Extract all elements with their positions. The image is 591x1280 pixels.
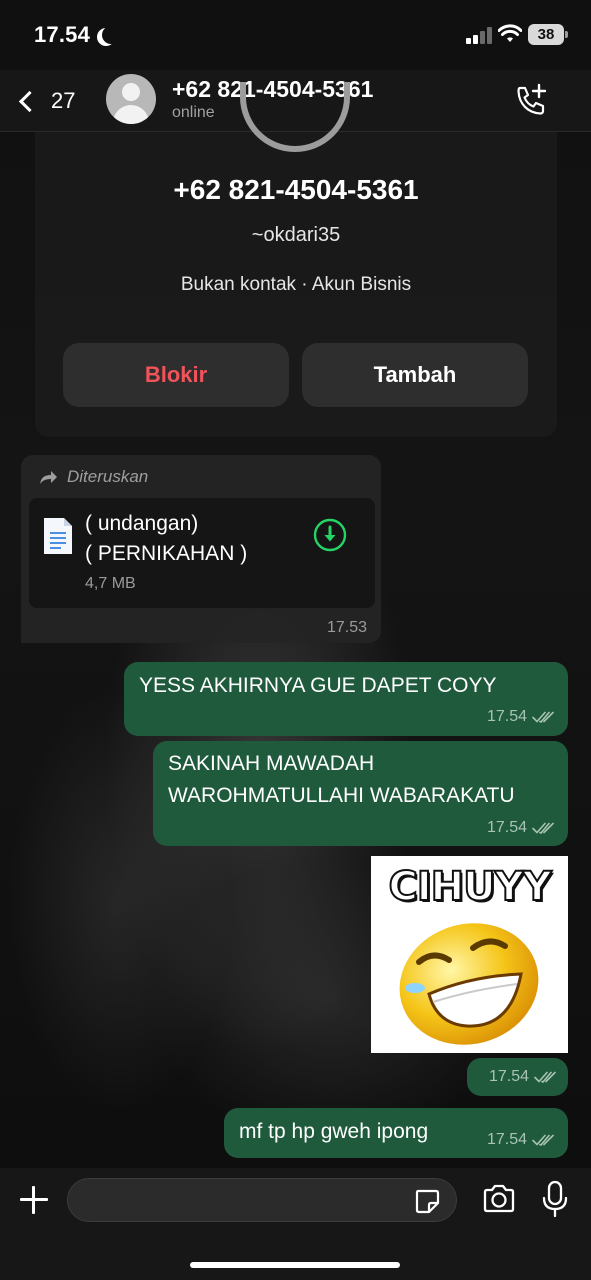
- outgoing-message[interactable]: mf tp hp gweh ipong 17.54: [224, 1108, 568, 1158]
- double-check-icon: [532, 711, 554, 723]
- add-contact-button[interactable]: Tambah: [302, 343, 528, 407]
- status-time: 17.54: [34, 22, 91, 47]
- plus-icon[interactable]: [18, 1184, 50, 1216]
- battery-tip: [565, 31, 568, 38]
- message-time-status: 17.54: [489, 1068, 556, 1086]
- profile-picture: [240, 82, 350, 152]
- card-tags: Bukan kontak · Akun Bisnis: [180, 274, 412, 295]
- camera-icon[interactable]: [482, 1182, 516, 1216]
- home-indicator: [190, 1262, 400, 1268]
- document-size: 4,7 MB: [85, 575, 136, 592]
- double-check-icon: [532, 822, 554, 834]
- card-username: ~okdari35: [251, 224, 341, 246]
- double-check-icon: [534, 1071, 556, 1083]
- message-time: 17.53: [326, 619, 367, 636]
- download-icon[interactable]: [313, 518, 347, 552]
- sticker-time-bubble: 17.54: [467, 1058, 568, 1096]
- chevron-left-icon: [18, 90, 41, 112]
- message-text: YESS AKHIRNYA GUE DAPET COYY: [139, 674, 497, 697]
- incoming-document-message[interactable]: Diteruskan ( undangan) ( PERNIKAHAN ) 4,…: [21, 455, 381, 643]
- forward-arrow-icon: [40, 471, 57, 484]
- sticker-icon[interactable]: [414, 1188, 440, 1214]
- block-button[interactable]: Blokir: [63, 343, 289, 407]
- unread-count: 27: [51, 88, 76, 113]
- document-icon: [44, 518, 72, 554]
- document-title-line1: ( undangan): [85, 512, 199, 535]
- avatar[interactable]: [106, 74, 156, 124]
- message-time-status: 17.54: [487, 1131, 554, 1149]
- message-time-status: 17.54: [487, 708, 554, 726]
- card-phone-number: +62 821-4504-5361: [173, 174, 419, 205]
- microphone-icon[interactable]: [540, 1180, 570, 1218]
- message-input[interactable]: [67, 1178, 457, 1222]
- signal-icon: [466, 26, 492, 44]
- contact-info-card: +62 821-4504-5361 ~okdari35 Bukan kontak…: [35, 82, 557, 437]
- document-attachment[interactable]: ( undangan) ( PERNIKAHAN ) 4,7 MB: [29, 498, 375, 608]
- status-bar: 17.54 38: [0, 0, 591, 70]
- message-text-line1: SAKINAH MAWADAH: [168, 752, 375, 775]
- forwarded-label: Diteruskan: [39, 467, 148, 487]
- moon-icon: [102, 26, 120, 44]
- wifi-icon: [498, 24, 522, 42]
- outgoing-message[interactable]: SAKINAH MAWADAH WAROHMATULLAHI WABARAKAT…: [153, 741, 568, 846]
- battery-indicator: 38: [528, 24, 564, 45]
- add-call-icon[interactable]: [512, 82, 550, 120]
- back-button[interactable]: 27: [14, 82, 75, 120]
- contact-status: online: [172, 104, 215, 121]
- double-check-icon: [532, 1134, 554, 1146]
- document-title-line2: ( PERNIKAHAN ): [85, 542, 248, 565]
- laughing-emoji-icon: [399, 923, 539, 1045]
- message-text: mf tp hp gweh ipong: [239, 1120, 429, 1143]
- message-text-line2: WAROHMATULLAHI WABARAKATU: [168, 784, 515, 807]
- message-time-status: 17.54: [487, 819, 554, 837]
- sticker-message[interactable]: CIHUYY: [371, 856, 568, 1053]
- outgoing-message[interactable]: YESS AKHIRNYA GUE DAPET COYY 17.54: [124, 662, 568, 736]
